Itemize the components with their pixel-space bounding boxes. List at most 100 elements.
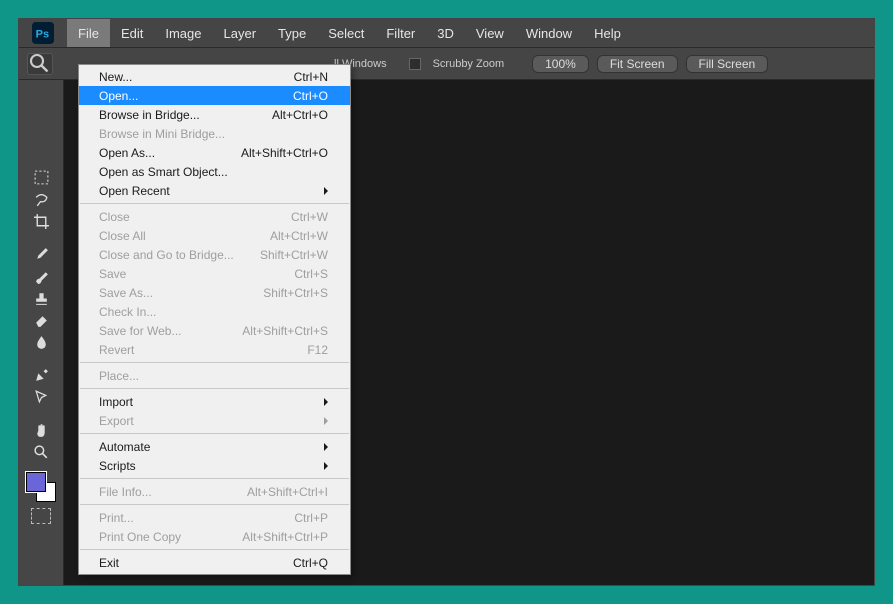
menubar-item-file[interactable]: File [67, 19, 110, 47]
quick-mask-toggle[interactable] [31, 508, 51, 524]
menu-item-label: File Info... [99, 485, 152, 499]
menu-item-export: Export [79, 411, 350, 430]
menu-item-label: Save As... [99, 286, 153, 300]
menu-item-label: New... [99, 70, 132, 84]
menu-item-label: Import [99, 395, 133, 409]
menu-item-label: Open as Smart Object... [99, 165, 228, 179]
pen-tool[interactable] [28, 365, 54, 386]
file-menu-dropdown: New... Ctrl+N Open... Ctrl+O Browse in Bridg… [78, 64, 351, 575]
menu-item-label: Browse in Mini Bridge... [99, 127, 225, 141]
menu-item-exit[interactable]: Exit Ctrl+Q [79, 553, 350, 572]
scrubby-zoom-label: Scrubby Zoom [433, 58, 505, 70]
lasso-tool[interactable] [28, 189, 54, 210]
tool-rail [19, 80, 64, 585]
menu-item-scripts[interactable]: Scripts [79, 456, 350, 475]
menu-item-shortcut: Ctrl+N [294, 70, 328, 84]
menu-item-shortcut: Alt+Shift+Ctrl+S [242, 324, 328, 338]
marquee-tool[interactable] [28, 167, 54, 188]
zoom-tool[interactable] [28, 442, 54, 463]
fill-screen-button[interactable]: Fill Screen [686, 55, 769, 73]
menu-item-browse-in-bridge[interactable]: Browse in Bridge...Alt+Ctrl+O [79, 105, 350, 124]
direct-select-tool[interactable] [28, 387, 54, 408]
chevron-right-icon [324, 443, 328, 451]
zoom-100-button[interactable]: 100% [532, 55, 589, 73]
fit-screen-button[interactable]: Fit Screen [597, 55, 678, 73]
menubar-item-select[interactable]: Select [317, 19, 375, 47]
menu-item-open[interactable]: Open... Ctrl+O [79, 86, 350, 105]
menu-item-label: Place... [99, 369, 139, 383]
menu-item-save: SaveCtrl+S [79, 264, 350, 283]
menu-separator [80, 504, 349, 505]
hand-tool[interactable] [28, 420, 54, 441]
menu-item-print: Print...Ctrl+P [79, 508, 350, 527]
menu-item-browse-in-mini-bridge: Browse in Mini Bridge... [79, 124, 350, 143]
menu-item-shortcut: Alt+Shift+Ctrl+O [241, 146, 328, 160]
chevron-right-icon [324, 187, 328, 195]
menu-item-place: Place... [79, 366, 350, 385]
menubar-item-filter[interactable]: Filter [375, 19, 426, 47]
eyedropper-tool[interactable] [28, 244, 54, 265]
menu-separator [80, 549, 349, 550]
zoom-tool-preset[interactable] [27, 53, 53, 75]
menu-item-label: Check In... [99, 305, 156, 319]
chevron-right-icon [324, 417, 328, 425]
menu-separator [80, 433, 349, 434]
menu-item-label: Close and Go to Bridge... [99, 248, 234, 262]
menu-item-shortcut: Alt+Ctrl+W [270, 229, 328, 243]
menu-item-open-as[interactable]: Open As... Alt+Shift+Ctrl+O [79, 143, 350, 162]
stamp-tool[interactable] [28, 288, 54, 309]
menu-item-label: Open... [99, 89, 138, 103]
menu-item-shortcut: Ctrl+W [291, 210, 328, 224]
svg-text:Ps: Ps [36, 29, 49, 41]
blur-tool[interactable] [28, 332, 54, 353]
menu-separator [80, 478, 349, 479]
scrubby-zoom-checkbox[interactable] [409, 58, 421, 70]
menu-item-label: Open As... [99, 146, 155, 160]
menu-item-check-in: Check In... [79, 302, 350, 321]
menu-item-shortcut: Ctrl+S [294, 267, 328, 281]
menu-item-shortcut: F12 [307, 343, 328, 357]
crop-tool[interactable] [28, 211, 54, 232]
menubar-item-view[interactable]: View [465, 19, 515, 47]
eraser-tool[interactable] [28, 310, 54, 331]
menu-item-label: Open Recent [99, 184, 170, 198]
brush-tool[interactable] [28, 266, 54, 287]
menu-item-shortcut: Ctrl+P [294, 511, 328, 525]
menu-item-open-recent[interactable]: Open Recent [79, 181, 350, 200]
menu-item-shortcut: Shift+Ctrl+W [260, 248, 328, 262]
menu-item-shortcut: Alt+Shift+Ctrl+P [242, 530, 328, 544]
chevron-right-icon [324, 462, 328, 470]
menu-separator [80, 362, 349, 363]
photoshop-window: Ps FileEditImageLayerTypeSelectFilter3DV… [18, 18, 875, 586]
menu-item-label: Browse in Bridge... [99, 108, 200, 122]
menu-item-label: Close All [99, 229, 146, 243]
menu-item-close-and-go-to-bridge: Close and Go to Bridge... Shift+Ctrl+W [79, 245, 350, 264]
menubar: Ps FileEditImageLayerTypeSelectFilter3DV… [19, 19, 874, 48]
menu-item-label: Scripts [99, 459, 136, 473]
menu-item-new[interactable]: New... Ctrl+N [79, 67, 350, 86]
menu-item-automate[interactable]: Automate [79, 437, 350, 456]
menu-item-label: Export [99, 414, 134, 428]
menu-item-shortcut: Ctrl+Q [293, 556, 328, 570]
foreground-color-swatch[interactable] [26, 472, 46, 492]
menubar-item-3d[interactable]: 3D [426, 19, 465, 47]
menu-item-open-as-smart-object[interactable]: Open as Smart Object... [79, 162, 350, 181]
menubar-item-layer[interactable]: Layer [213, 19, 268, 47]
menubar-item-edit[interactable]: Edit [110, 19, 154, 47]
menubar-item-image[interactable]: Image [154, 19, 212, 47]
menu-item-label: Exit [99, 556, 119, 570]
menubar-item-window[interactable]: Window [515, 19, 583, 47]
menu-item-label: Save for Web... [99, 324, 181, 338]
menu-item-save-for-web: Save for Web... Alt+Shift+Ctrl+S [79, 321, 350, 340]
menu-item-label: Revert [99, 343, 134, 357]
menu-item-shortcut: Ctrl+O [293, 89, 328, 103]
menu-item-import[interactable]: Import [79, 392, 350, 411]
menubar-item-type[interactable]: Type [267, 19, 317, 47]
menu-item-file-info: File Info... Alt+Shift+Ctrl+I [79, 482, 350, 501]
color-swatches[interactable] [26, 472, 56, 524]
menu-separator [80, 203, 349, 204]
menu-item-close: CloseCtrl+W [79, 207, 350, 226]
menu-item-shortcut: Alt+Shift+Ctrl+I [247, 485, 328, 499]
menu-item-print-one-copy: Print One CopyAlt+Shift+Ctrl+P [79, 527, 350, 546]
menubar-item-help[interactable]: Help [583, 19, 632, 47]
